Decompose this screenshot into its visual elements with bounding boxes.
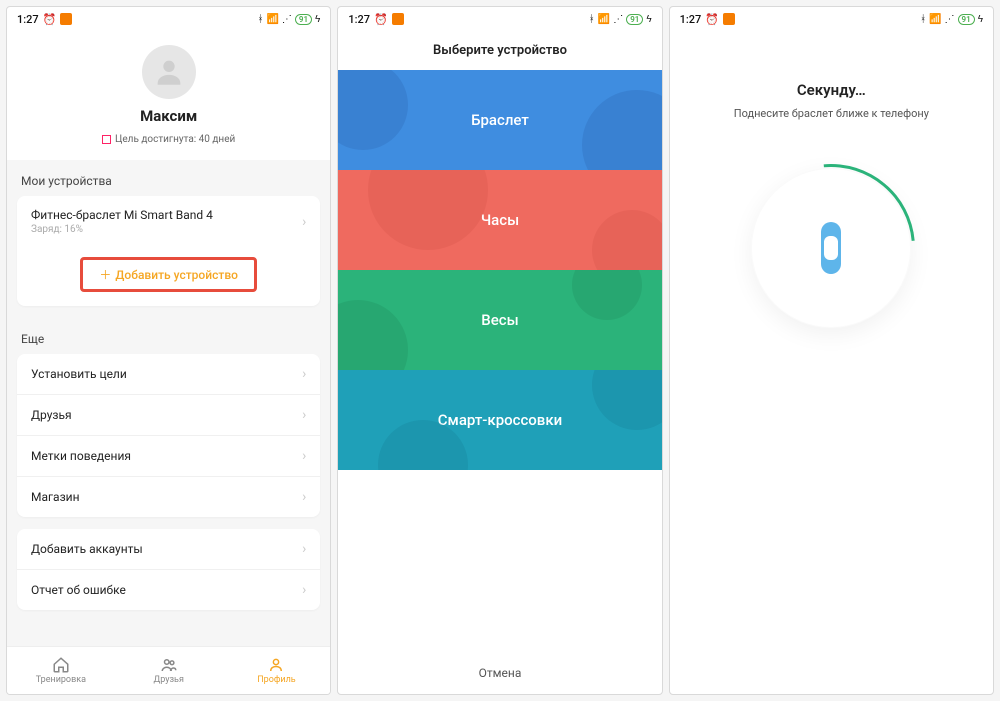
battery-icon: 91 — [626, 14, 643, 25]
profile-header: Максим Цель достигнута: 40 дней — [7, 31, 330, 160]
charge-icon: ϟ — [315, 14, 320, 25]
row-add-accounts[interactable]: Добавить аккаунты› — [17, 529, 320, 569]
goal-icon — [102, 135, 111, 144]
screen-select-device: 1:27 ⏰ ᚼ 📶 ⋰ 91 ϟ Выберите устройство Бр… — [337, 6, 662, 695]
row-store[interactable]: Магазин› — [17, 476, 320, 517]
tile-bracelet[interactable]: Браслет — [338, 70, 661, 170]
searching-title: Секунду… — [797, 81, 866, 99]
tab-profile[interactable]: Профиль — [223, 647, 331, 694]
signal-icon: 📶 — [598, 14, 610, 25]
bluetooth-icon: ᚼ — [920, 14, 926, 25]
notification-icon — [392, 13, 404, 25]
status-time: 1:27 — [17, 13, 39, 26]
status-bar: 1:27 ⏰ ᚼ 📶 ⋰ 91 ϟ — [7, 7, 330, 31]
status-bar: 1:27 ⏰ ᚼ 📶 ⋰ 91 ϟ — [670, 7, 993, 31]
home-icon — [52, 656, 70, 674]
charge-icon: ϟ — [646, 14, 651, 25]
chevron-right-icon: › — [302, 407, 306, 423]
screen-searching: 1:27 ⏰ ᚼ 📶 ⋰ 91 ϟ Секунду… Поднесите бра… — [669, 6, 994, 695]
row-goals[interactable]: Установить цели› — [17, 354, 320, 394]
notification-icon — [723, 13, 735, 25]
charge-icon: ϟ — [978, 14, 983, 25]
avatar[interactable] — [142, 45, 196, 99]
status-time: 1:27 — [680, 13, 702, 26]
bottom-nav: Тренировка Друзья Профиль — [7, 646, 330, 694]
searching-subtitle: Поднесите браслет ближе к телефону — [734, 107, 929, 120]
chevron-right-icon: › — [302, 582, 306, 598]
bluetooth-icon: ᚼ — [257, 14, 263, 25]
cancel-button[interactable]: Отмена — [338, 652, 661, 694]
signal-icon: 📶 — [929, 14, 941, 25]
wifi-icon: ⋰ — [945, 14, 955, 25]
section-devices-title: Мои устройства — [7, 160, 330, 196]
chevron-right-icon: › — [302, 448, 306, 464]
section-more-title: Еще — [7, 318, 330, 354]
status-time: 1:27 — [348, 13, 370, 26]
screen-profile: 1:27 ⏰ ᚼ 📶 ⋰ 91 ϟ Максим Цель достиг — [6, 6, 331, 695]
plus-icon: ＋ — [99, 266, 111, 283]
row-bug[interactable]: Отчет об ошибке› — [17, 569, 320, 610]
tab-workout[interactable]: Тренировка — [7, 647, 115, 694]
username: Максим — [7, 107, 330, 125]
person-icon — [152, 55, 186, 89]
add-device-button[interactable]: ＋ Добавить устройство — [17, 247, 320, 306]
profile-icon — [267, 656, 285, 674]
device-name: Фитнес-браслет Mi Smart Band 4 — [31, 208, 213, 222]
tile-sneakers[interactable]: Смарт-кроссовки — [338, 370, 661, 470]
tile-watch[interactable]: Часы — [338, 170, 661, 270]
bluetooth-icon: ᚼ — [589, 14, 595, 25]
row-tags[interactable]: Метки поведения› — [17, 435, 320, 476]
friends-icon — [160, 656, 178, 674]
battery-icon: 91 — [295, 14, 312, 25]
chevron-right-icon: › — [302, 541, 306, 557]
signal-icon: 📶 — [266, 14, 278, 25]
notification-icon — [60, 13, 72, 25]
alarm-icon: ⏰ — [43, 13, 57, 26]
search-spinner — [751, 168, 911, 328]
device-charge: Заряд: 16% — [31, 224, 213, 235]
tile-scale[interactable]: Весы — [338, 270, 661, 370]
tab-friends[interactable]: Друзья — [115, 647, 223, 694]
alarm-icon: ⏰ — [705, 13, 719, 26]
chevron-right-icon: › — [302, 366, 306, 382]
device-row[interactable]: Фитнес-браслет Mi Smart Band 4 Заряд: 16… — [17, 196, 320, 247]
battery-icon: 91 — [958, 14, 975, 25]
status-bar: 1:27 ⏰ ᚼ 📶 ⋰ 91 ϟ — [338, 7, 661, 31]
page-title: Выберите устройство — [338, 31, 661, 70]
row-friends[interactable]: Друзья› — [17, 394, 320, 435]
band-icon — [821, 222, 841, 274]
chevron-right-icon: › — [302, 214, 306, 230]
wifi-icon: ⋰ — [613, 14, 623, 25]
wifi-icon: ⋰ — [282, 14, 292, 25]
alarm-icon: ⏰ — [374, 13, 388, 26]
chevron-right-icon: › — [302, 489, 306, 505]
goal-text: Цель достигнута: 40 дней — [102, 134, 235, 145]
